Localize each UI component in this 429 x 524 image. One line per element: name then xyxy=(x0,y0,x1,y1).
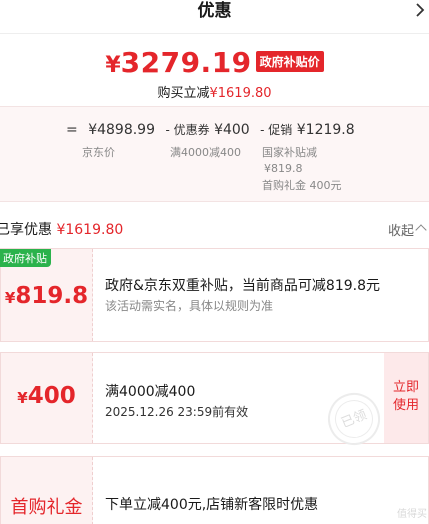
final-price: ¥3279.19 政府补贴价 xyxy=(0,46,429,79)
coupon-expiry: 2025.12.26 23:59前有效 xyxy=(105,405,249,419)
promo-sub-gov: 国家补贴减 xyxy=(262,146,317,159)
promo-sub-first-gift: 首购礼金 400元 xyxy=(262,179,342,192)
watermark: 值得买 xyxy=(397,509,427,520)
coupon-amount-value: 819.8 xyxy=(15,283,89,309)
price-breakdown: = ¥4898.99 - 优惠券 ¥400 - 促销 ¥1219.8 京东价 满… xyxy=(0,106,429,202)
coupon-amount: ¥400 xyxy=(1,383,92,409)
coupon-description: 政府&京东双重补贴，当前商品可减819.8元 xyxy=(105,278,380,294)
coupon-amount-panel: ¥400 xyxy=(1,353,93,443)
use-now-line2: 使用 xyxy=(392,398,419,413)
enjoyed-discount-label: 已享优惠 ¥1619.80 xyxy=(0,219,123,239)
collapse-button[interactable]: 收起 xyxy=(387,220,427,239)
gov-subsidy-tag: 政府补贴 xyxy=(0,249,51,267)
coupon-description: 满4000减400 xyxy=(105,384,196,400)
coupon-card-400-off[interactable]: ¥400 满4000减400 2025.12.26 23:59前有效 已领 立即… xyxy=(0,352,429,453)
coupon-currency: ¥ xyxy=(17,389,28,407)
header-bar: 优惠 xyxy=(0,0,429,34)
coupon-amount: ¥819.8 xyxy=(1,283,92,309)
gov-subsidy-price-badge: 政府补贴价 xyxy=(255,51,324,72)
coupon-card-first-purchase-gift[interactable]: 首购礼金 下单立减400元,店铺新客限时优惠 xyxy=(0,456,429,524)
equals-sign: = xyxy=(66,122,78,138)
collapse-label: 收起 xyxy=(387,224,414,239)
chevron-right-icon[interactable] xyxy=(413,1,427,19)
coupon-description: 下单立减400元,店铺新客限时优惠 xyxy=(105,497,319,513)
jd-price-value: ¥4898.99 xyxy=(88,122,155,138)
promo-minus-label: - 促销 xyxy=(260,123,293,137)
promo-value: ¥1219.8 xyxy=(296,122,355,138)
claimed-stamp-icon: 已领 xyxy=(320,385,388,453)
coupon-minus-label: - 优惠券 xyxy=(165,123,210,137)
instant-discount-label: 购买立减 xyxy=(157,86,210,101)
coupon-amount-panel: 首购礼金 xyxy=(1,457,93,524)
price-amount: 3279.19 xyxy=(120,46,252,79)
instant-discount-line: 购买立减¥1619.80 xyxy=(0,82,429,101)
first-purchase-gift-label: 首购礼金 xyxy=(10,497,83,518)
use-now-line1: 立即 xyxy=(392,380,419,395)
enjoyed-discount-text: 已享优惠 xyxy=(0,222,52,238)
coupon-note: 该活动需实名，具体以规则为准 xyxy=(105,299,274,313)
chevron-up-icon xyxy=(415,224,427,236)
breakdown-formula: = ¥4898.99 - 优惠券 ¥400 - 促销 ¥1219.8 xyxy=(66,121,355,138)
coupon-rule-label: 满4000减400 xyxy=(170,146,241,159)
page-title: 优惠 xyxy=(197,1,232,21)
coupon-card-gov-subsidy[interactable]: 政府补贴 ¥819.8 政府&京东双重补贴，当前商品可减819.8元 该活动需实… xyxy=(0,248,429,342)
instant-discount-value: ¥1619.80 xyxy=(209,86,272,101)
enjoyed-discount-row: 已享优惠 ¥1619.80 收起 xyxy=(0,210,429,246)
coupon-value: ¥400 xyxy=(214,122,250,138)
claimed-stamp-text: 已领 xyxy=(329,394,379,444)
enjoyed-discount-value: ¥1619.80 xyxy=(56,222,124,238)
coupon-amount-value: 400 xyxy=(27,383,76,409)
use-now-button[interactable]: 立即 使用 xyxy=(384,353,428,443)
promo-sub-gov-amount: ¥819.8 xyxy=(264,162,303,175)
final-price-section: ¥3279.19 政府补贴价 购买立减¥1619.80 xyxy=(0,40,429,104)
jd-price-label: 京东价 xyxy=(82,146,115,159)
price-currency: ¥ xyxy=(105,53,121,78)
coupon-amount-panel: 政府补贴 ¥819.8 xyxy=(0,249,93,341)
coupon-currency: ¥ xyxy=(4,289,16,307)
